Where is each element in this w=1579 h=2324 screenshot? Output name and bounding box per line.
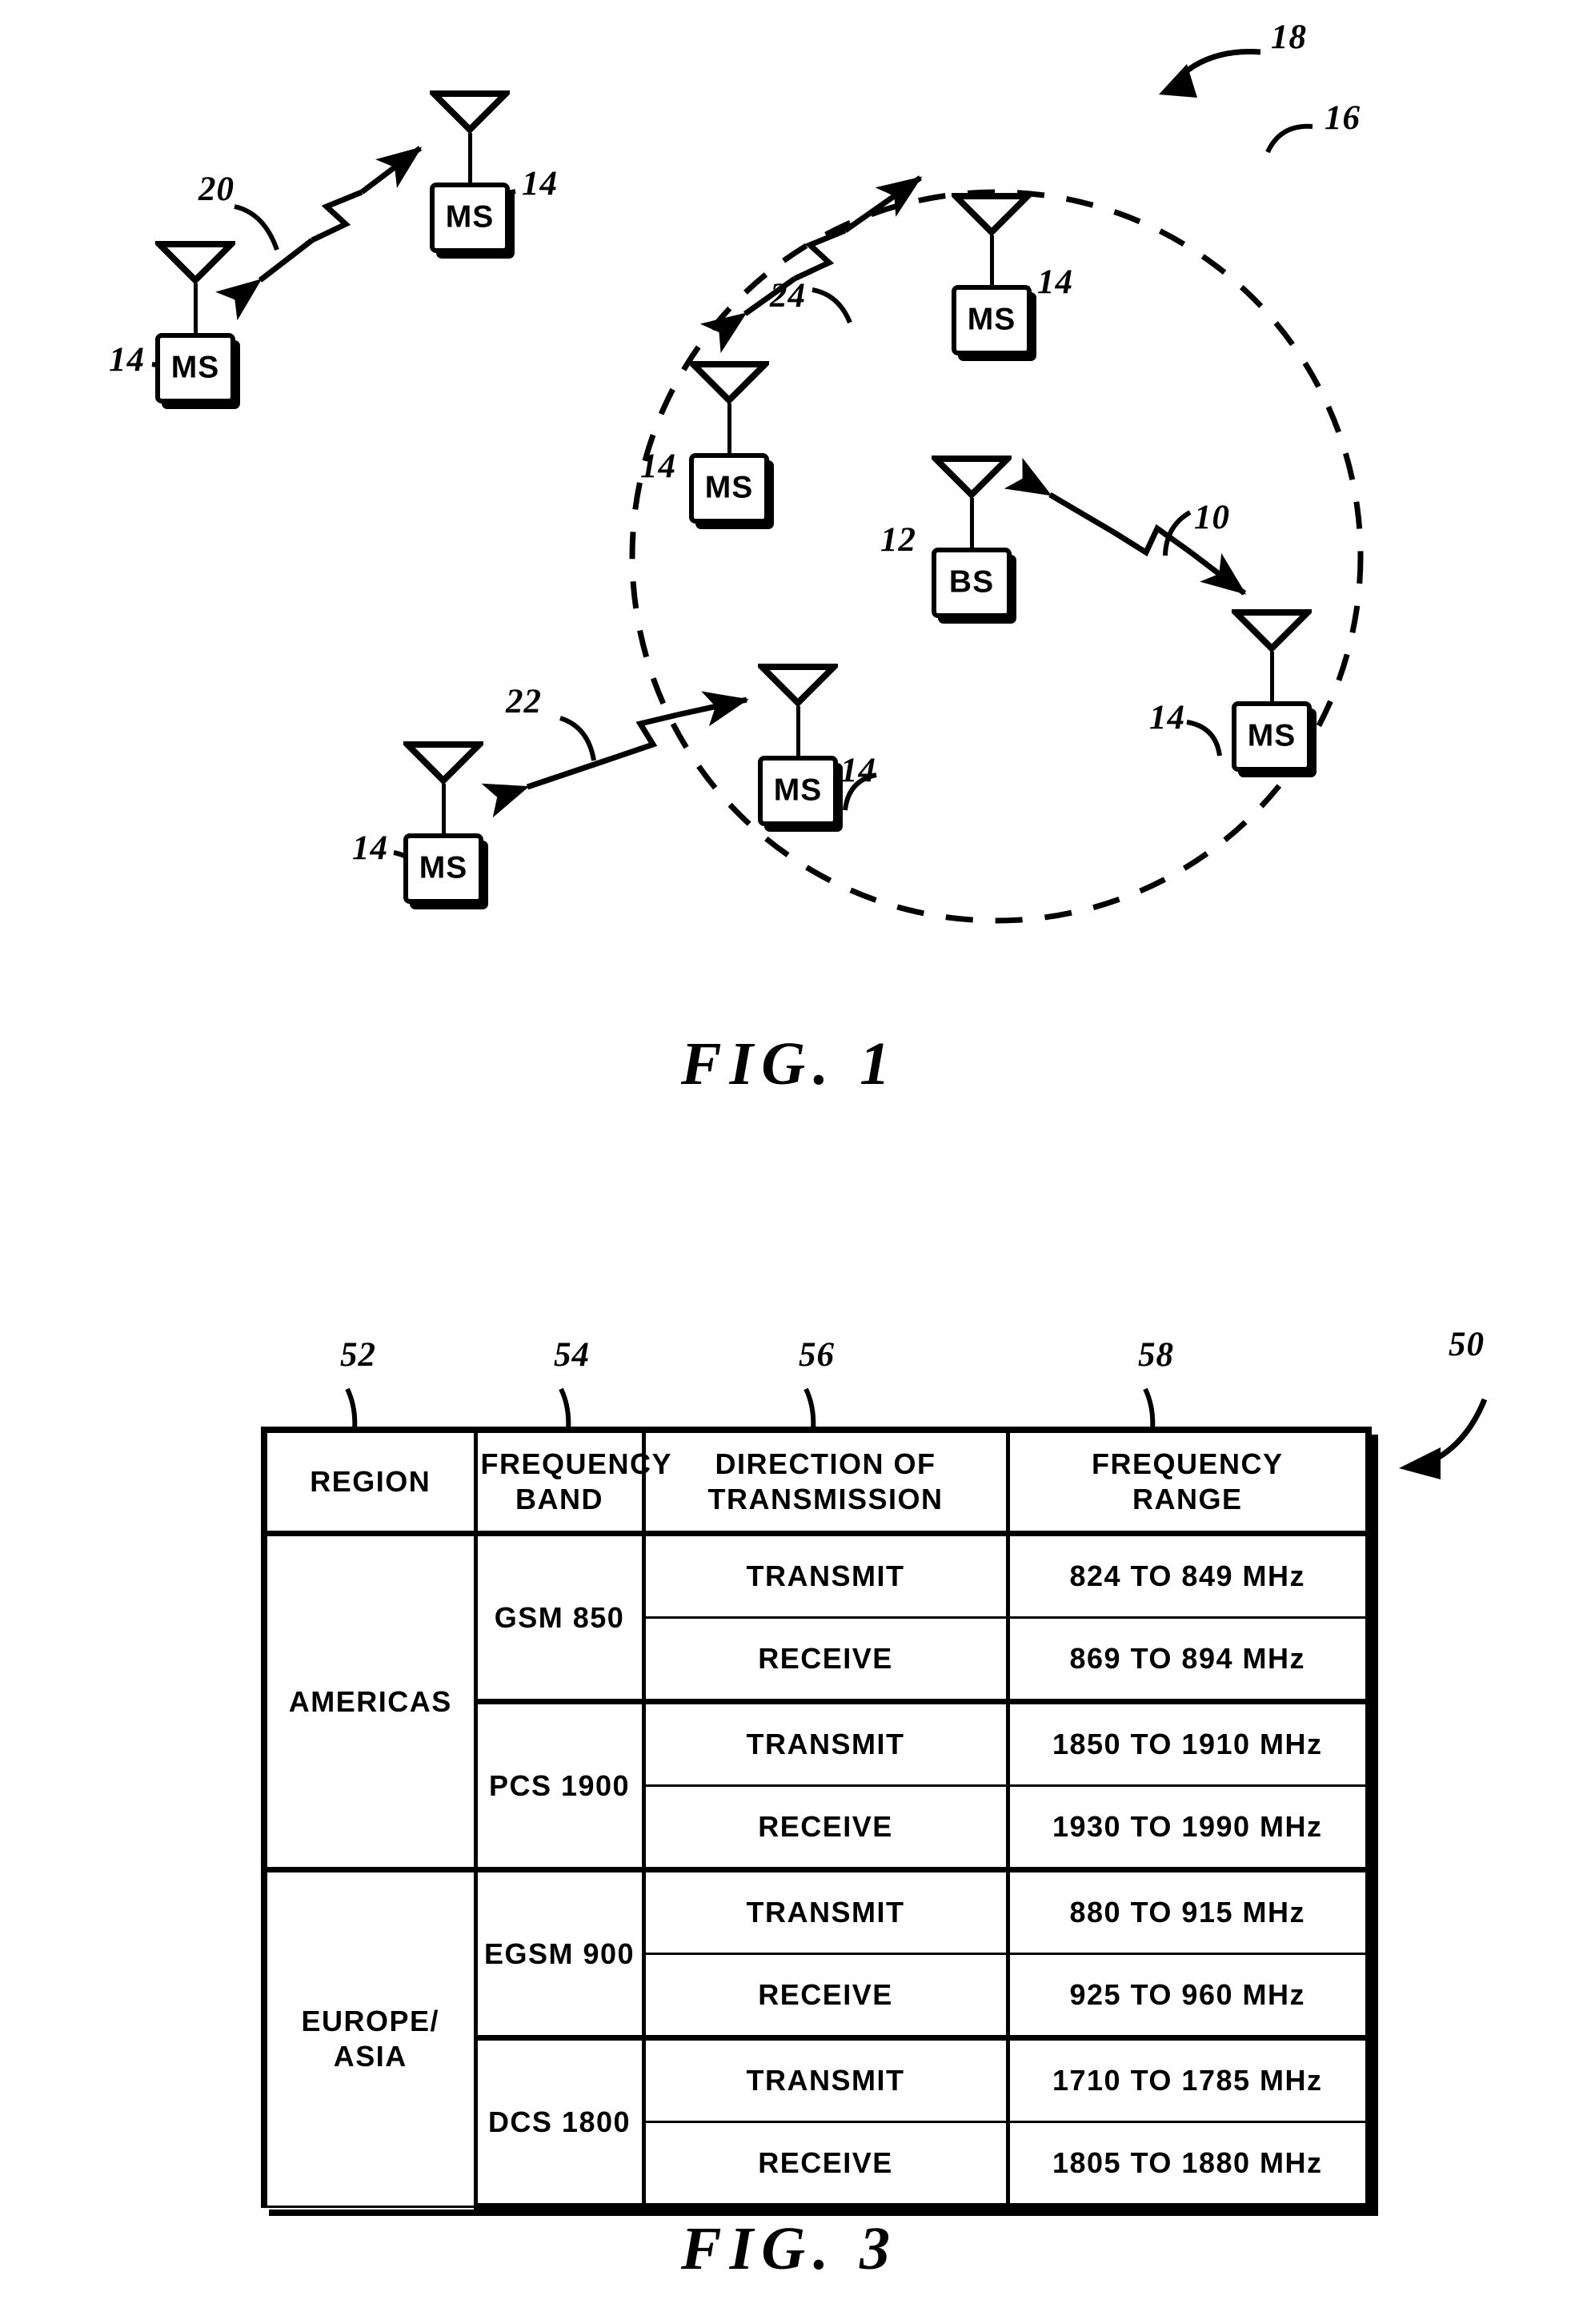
antenna-icon (952, 192, 1032, 235)
ref-24: 24 (770, 277, 806, 315)
figure-1-linework (151, 49, 1364, 924)
cell-direction: RECEIVE (642, 1953, 1010, 2041)
patent-drawing-sheet: MS MS MS MS BS MS MS MS 18 16 20 24 22 1… (0, 0, 1579, 2324)
ref-14-b: 14 (522, 165, 558, 203)
antenna-icon (1232, 608, 1312, 652)
ref-10: 10 (1194, 499, 1230, 536)
cell-direction: TRANSMIT (642, 1700, 1010, 1787)
mobile-station-box[interactable]: MS (952, 285, 1032, 355)
ref-12: 12 (880, 521, 916, 559)
mobile-station-box[interactable]: MS (1232, 701, 1312, 772)
figure-1-caption: FIG. 1 (680, 1030, 899, 1098)
mobile-station-label: MS (773, 773, 823, 808)
mobile-station-cell-left[interactable]: MS (682, 360, 776, 524)
mobile-station-label: MS (967, 302, 1016, 337)
ref-14-e: 14 (1149, 699, 1185, 737)
link-22-arrow (481, 691, 749, 818)
mobile-station-box[interactable]: MS (403, 833, 483, 904)
cell-range: 1850 TO 1910 MHz (1006, 1700, 1372, 1787)
ref-18: 18 (1271, 18, 1307, 56)
leader-50-arrow (1399, 1398, 1488, 1479)
ref-16: 16 (1325, 99, 1361, 137)
base-station-box[interactable]: BS (932, 548, 1012, 618)
antenna-icon (932, 455, 1012, 498)
table-header-row: REGION FREQUENCY BAND DIRECTION OF TRANS… (261, 1427, 1372, 1536)
antenna-icon (689, 360, 769, 403)
cell-direction: TRANSMIT (642, 1867, 1010, 1955)
cell-range: 869 TO 894 MHz (1006, 1616, 1372, 1704)
ref-14-c: 14 (1037, 263, 1073, 301)
antenna-mast (969, 498, 974, 548)
cell-direction: TRANSMIT (642, 2037, 1010, 2123)
ref-14-f: 14 (840, 752, 876, 789)
cell-range: 880 TO 915 MHz (1006, 1867, 1372, 1955)
base-station-label: BS (948, 564, 995, 600)
column-header-region: REGION (261, 1427, 478, 1536)
table-row: EUROPE/ ASIA EGSM 900 TRANSMIT 880 TO 91… (261, 1867, 1372, 2208)
cell-range: 1710 TO 1785 MHz (1006, 2037, 1372, 2123)
mobile-station-box[interactable]: MS (430, 183, 510, 253)
cell-region-europe-asia: EUROPE/ ASIA (261, 1867, 478, 2208)
ref-20: 20 (198, 171, 234, 208)
cell-region-americas: AMERICAS (261, 1532, 478, 1871)
cell-band-egsm900: EGSM 900 (474, 1867, 646, 2041)
mobile-station-label: MS (704, 470, 754, 505)
cell-direction: RECEIVE (642, 2121, 1010, 2210)
mobile-station-cell-lower-left[interactable]: MS (751, 663, 845, 826)
cell-range: 1930 TO 1990 MHz (1006, 1784, 1372, 1872)
mobile-station-label: MS (419, 850, 468, 885)
ref-22: 22 (506, 683, 542, 720)
mobile-station-upper-right-outside[interactable]: MS (423, 90, 517, 253)
figure-3-caption: FIG. 3 (680, 2215, 899, 2282)
leader-24 (812, 287, 852, 324)
base-station-unit[interactable]: BS (924, 455, 1019, 618)
mobile-station-box[interactable]: MS (155, 333, 235, 403)
mobile-station-cell-bottom-right[interactable]: MS (1224, 608, 1319, 772)
table-row: AMERICAS GSM 850 TRANSMIT 824 TO 849 MHz (261, 1532, 1372, 1871)
cell-direction: RECEIVE (642, 1784, 1010, 1872)
ref-14-d: 14 (640, 448, 676, 485)
antenna-mast (441, 784, 446, 833)
cell-direction: RECEIVE (642, 1616, 1010, 1704)
leader-14-e (1186, 720, 1222, 757)
cell-band-gsm850: GSM 850 (474, 1532, 646, 1704)
cell-range: 1805 TO 1880 MHz (1006, 2121, 1372, 2210)
cell-range: 925 TO 960 MHz (1006, 1953, 1372, 2041)
antenna-mast (796, 706, 800, 756)
mobile-station-outside-lower-left[interactable]: MS (396, 741, 491, 904)
leader-22 (559, 716, 596, 761)
antenna-icon (430, 90, 510, 133)
cell-band-pcs1900: PCS 1900 (474, 1700, 646, 1872)
cell-band-dcs1800: DCS 1800 (474, 2037, 646, 2210)
antenna-mast (989, 235, 994, 285)
link-20-arrow (215, 146, 423, 321)
antenna-mast (727, 403, 731, 453)
mobile-station-cell-top[interactable]: MS (944, 192, 1039, 355)
leader-16 (1265, 123, 1313, 154)
mobile-station-box[interactable]: MS (758, 756, 838, 826)
antenna-icon (758, 663, 838, 706)
antenna-icon (403, 741, 483, 784)
antenna-mast (1269, 652, 1274, 701)
column-header-direction: DIRECTION OF TRANSMISSION (642, 1427, 1010, 1536)
leader-18-arrow (1159, 49, 1261, 98)
column-header-frequency-range: FREQUENCY RANGE (1006, 1427, 1372, 1536)
column-header-frequency-band: FREQUENCY BAND (474, 1427, 671, 1536)
mobile-station-label: MS (170, 350, 220, 385)
antenna-icon (155, 240, 235, 283)
ref-14-a: 14 (109, 341, 145, 379)
mobile-station-box[interactable]: MS (689, 453, 769, 524)
mobile-station-label: MS (445, 199, 495, 235)
mobile-station-left-outside[interactable]: MS (148, 240, 242, 403)
antenna-mast (193, 283, 198, 333)
mobile-station-label: MS (1247, 718, 1296, 753)
frequency-band-table: REGION FREQUENCY BAND DIRECTION OF TRANS… (261, 1427, 1372, 2210)
cell-direction: TRANSMIT (642, 1532, 1010, 1619)
ref-14-g: 14 (352, 829, 388, 867)
cell-range: 824 TO 849 MHz (1006, 1532, 1372, 1619)
antenna-mast (467, 133, 472, 183)
